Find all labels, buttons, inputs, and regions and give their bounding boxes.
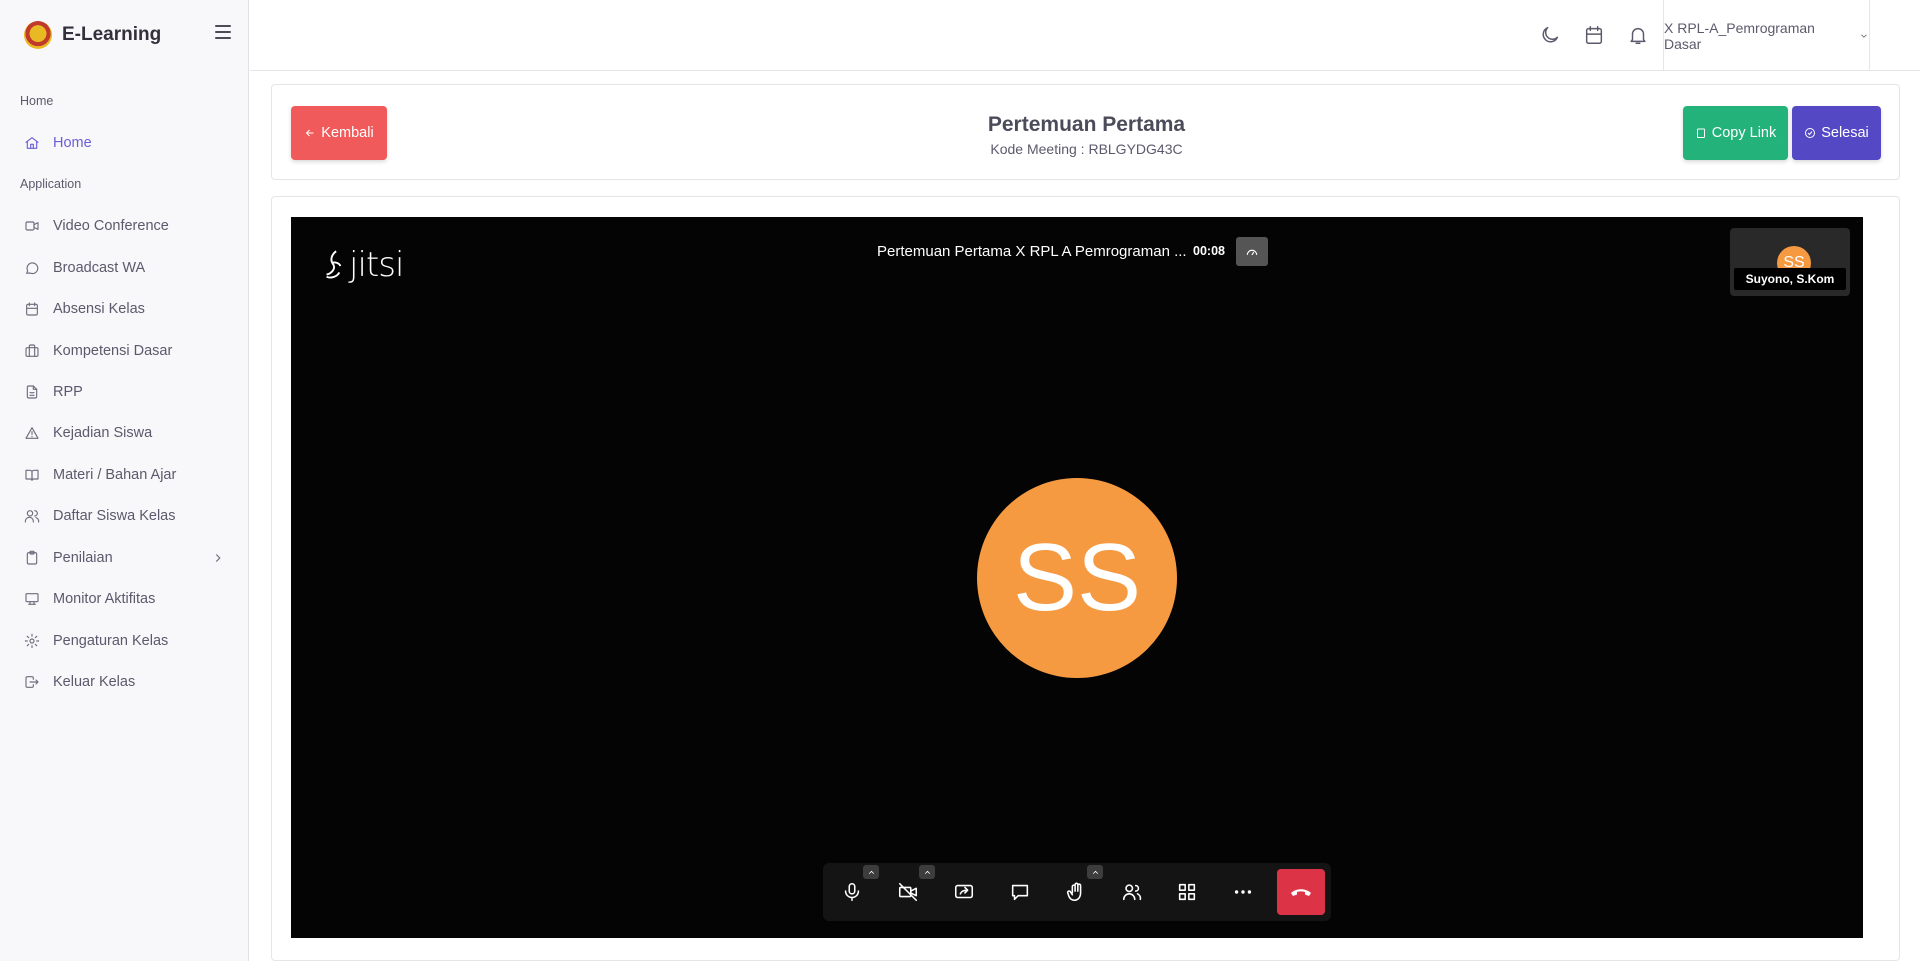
audio-options-caret[interactable] [863,865,879,879]
screen-share-button[interactable] [945,874,983,910]
sidebar-item-label: Kejadian Siswa [53,425,153,441]
sidebar-item-kejadian-siswa[interactable]: Kejadian Siswa [0,416,249,450]
sidebar-item-label: Pengaturan Kelas [53,633,169,649]
participant-thumbnail[interactable]: SS Suyono, S.Kom [1730,228,1850,296]
users-icon [24,508,40,524]
book-open-icon [24,467,40,483]
jitsi-video-frame[interactable]: jitsi Pertemuan Pertama X RPL A Pemrogra… [291,217,1863,938]
sidebar: E-Learning Home Home Application Video C… [0,0,249,961]
microphone-icon [844,882,860,902]
section-title-application: Application [20,177,82,191]
finish-button[interactable]: Selesai [1792,106,1881,160]
section-title-home: Home [20,94,54,108]
check-circle-icon [1805,128,1816,138]
monitor-icon [24,591,40,607]
participants-button[interactable] [1113,874,1151,910]
chevron-up-icon [868,870,874,874]
connection-stats-button[interactable] [1236,237,1268,266]
sidebar-item-daftar-siswa-kelas[interactable]: Daftar Siswa Kelas [0,499,249,533]
chevron-right-icon [211,551,225,565]
document-icon [24,384,40,400]
sidebar-item-absensi-kelas[interactable]: Absensi Kelas [0,292,249,326]
sidebar-item-label: Home [53,135,92,151]
jitsi-logo-text: jitsi [349,245,404,285]
tile-view-button[interactable] [1168,874,1206,910]
sidebar-item-label: Monitor Aktifitas [53,591,156,607]
sidebar-item-broadcast-wa[interactable]: Broadcast WA [0,251,249,285]
sidebar-item-pengaturan-kelas[interactable]: Pengaturan Kelas [0,624,249,658]
screen-share-icon [954,884,974,899]
clipboard-icon [1696,128,1705,138]
more-icon [1234,890,1252,894]
meeting-title: Pertemuan Pertama [987,113,1186,136]
finish-button-label: Selesai [1821,125,1869,141]
jitsi-watermark-icon [326,250,342,279]
sidebar-item-keluar-kelas[interactable]: Keluar Kelas [0,665,249,699]
mute-button[interactable] [833,874,871,910]
reactions-caret[interactable] [1087,865,1103,879]
sidebar-item-label: RPP [53,384,83,400]
copy-link-label: Copy Link [1711,125,1777,141]
participants-icon [1122,884,1142,901]
sidebar-item-label: Materi / Bahan Ajar [53,467,177,483]
camera-off-icon [898,882,918,902]
briefcase-icon [24,343,40,359]
participant-name: Suyono, S.Kom [1734,268,1846,290]
logout-icon [24,674,40,690]
sidebar-item-label: Broadcast WA [53,260,146,276]
class-selector[interactable]: X RPL-A_Pemrograman Dasar [1663,0,1870,71]
camera-button[interactable] [889,874,927,910]
sidebar-item-label: Daftar Siswa Kelas [53,508,176,524]
sidebar-item-monitor-aktifitas[interactable]: Monitor Aktifitas [0,582,249,616]
brand-name: E-Learning [62,24,162,45]
alert-triangle-icon [24,425,40,441]
copy-link-button[interactable]: Copy Link [1683,106,1788,160]
chat-icon [1011,884,1029,901]
raise-hand-icon [1066,882,1082,902]
sidebar-item-label: Penilaian [53,550,113,566]
more-actions-button[interactable] [1224,874,1262,910]
menu-toggle-icon[interactable] [215,25,231,39]
calendar-icon [24,301,40,317]
sidebar-item-home[interactable]: Home [0,126,249,160]
school-emblem-icon [24,21,52,49]
large-avatar: SS [977,478,1177,678]
calendar-icon[interactable] [1583,24,1605,46]
chevron-up-icon [1092,870,1098,874]
chevron-down-icon [1861,33,1867,38]
meeting-header-card: Kembali Pertemuan Pertama Kode Meeting :… [271,84,1900,180]
tile-view-icon [1178,883,1196,901]
gauge-icon [1246,249,1258,255]
meeting-code: Kode Meeting : RBLGYDG43C [990,141,1183,157]
class-selector-label: X RPL-A_Pemrograman Dasar [1664,19,1815,52]
sidebar-item-kompetensi-dasar[interactable]: Kompetensi Dasar [0,334,249,368]
sidebar-item-materi-bahan-ajar[interactable]: Materi / Bahan Ajar [0,458,249,492]
jitsi-logo[interactable]: jitsi [321,245,404,285]
chevron-up-icon [924,870,930,874]
gear-icon [24,633,40,649]
sidebar-item-penilaian[interactable]: Penilaian [0,541,249,575]
brand[interactable]: E-Learning [0,0,249,70]
sidebar-item-label: Absensi Kelas [53,301,145,317]
chat-button[interactable] [1001,874,1039,910]
sidebar-item-label: Keluar Kelas [53,674,136,690]
sidebar-item-label: Video Conference [53,218,169,234]
sidebar-item-rpp[interactable]: RPP [0,375,249,409]
conference-timer: 00:08 [1193,244,1225,258]
video-icon [24,218,40,234]
jitsi-toolbar [823,863,1331,921]
top-navbar: X RPL-A_Pemrograman Dasar [250,0,1920,71]
sidebar-item-video-conference[interactable]: Video Conference [0,209,249,243]
hangup-icon [1291,889,1311,896]
home-icon [24,135,40,151]
hangup-button[interactable] [1277,869,1325,915]
sidebar-item-label: Kompetensi Dasar [53,343,173,359]
moon-icon[interactable] [1539,24,1561,46]
video-options-caret[interactable] [919,865,935,879]
bell-icon[interactable] [1627,24,1649,46]
chat-bubble-icon [24,260,40,276]
conference-title: Pertemuan Pertama X RPL A Pemrograman ..… [877,243,1187,260]
clipboard-icon [24,550,40,566]
raise-hand-button[interactable] [1057,874,1095,910]
